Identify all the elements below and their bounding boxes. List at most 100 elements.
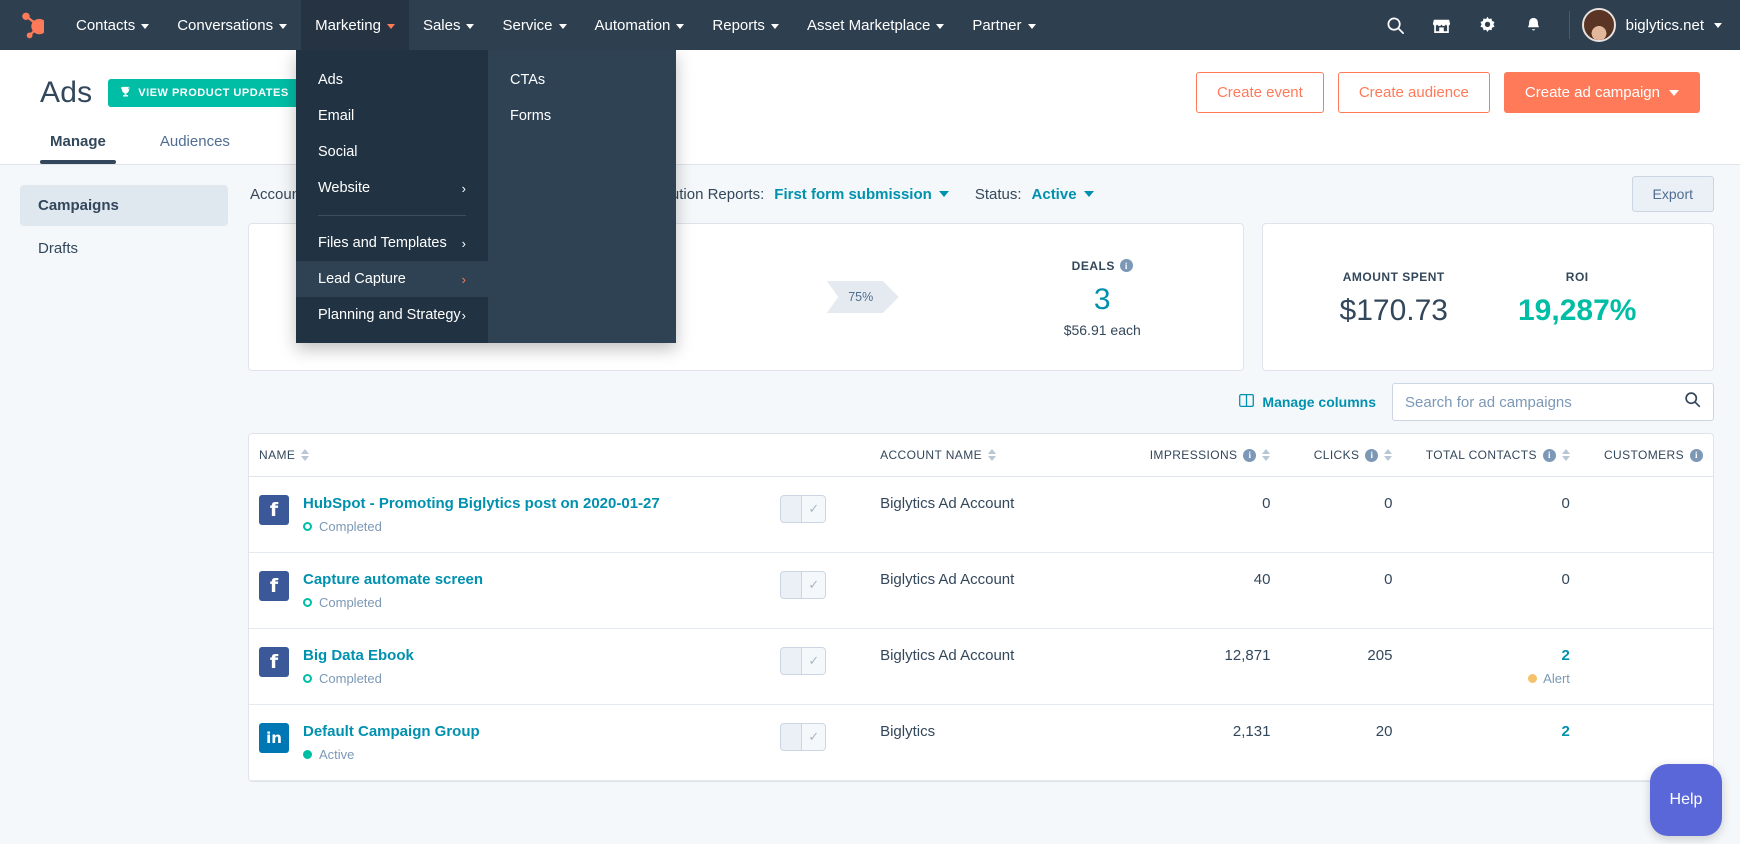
column-header-label: CUSTOMERS bbox=[1603, 448, 1684, 462]
info-icon[interactable]: i bbox=[1119, 259, 1133, 272]
total-contacts-value: 0 bbox=[1561, 571, 1570, 588]
campaign-name-link[interactable]: HubSpot - Promoting Biglytics post on 20… bbox=[303, 495, 660, 512]
sort-arrows-icon[interactable] bbox=[1262, 449, 1271, 461]
menu-item-planning-and-strategy[interactable]: Planning and Strategy › bbox=[296, 297, 488, 333]
manage-columns-button[interactable]: Manage columns bbox=[1239, 393, 1376, 410]
sort-arrows-icon[interactable] bbox=[988, 449, 996, 461]
column-header-toggle bbox=[770, 434, 871, 477]
menu-divider bbox=[318, 215, 466, 216]
cell-clicks: 0 bbox=[1280, 476, 1403, 553]
chevron-down-icon bbox=[938, 191, 949, 197]
search-icon[interactable] bbox=[1373, 0, 1419, 50]
chevron-down-icon bbox=[141, 23, 150, 29]
status-dot-icon bbox=[303, 522, 312, 531]
menu-item-label: Ads bbox=[318, 72, 343, 88]
bell-icon[interactable] bbox=[1511, 0, 1557, 50]
tab-manage[interactable]: Manage bbox=[40, 127, 116, 164]
column-header-clicks[interactable]: CLICKS i bbox=[1280, 434, 1403, 477]
menu-item-lead-capture[interactable]: Lead Capture › bbox=[296, 261, 488, 297]
hubspot-sprocket-logo[interactable] bbox=[0, 0, 62, 50]
create-ad-campaign-button[interactable]: Create ad campaign bbox=[1503, 72, 1700, 113]
nav-item-conversations[interactable]: Conversations bbox=[163, 0, 301, 50]
search-box[interactable] bbox=[1392, 383, 1714, 421]
campaign-enabled-toggle[interactable]: ✓ bbox=[780, 571, 827, 599]
campaign-name-link[interactable]: Default Campaign Group bbox=[303, 723, 480, 740]
export-button[interactable]: Export bbox=[1631, 176, 1714, 212]
sidebar-item-drafts[interactable]: Drafts bbox=[20, 228, 228, 269]
column-header-name[interactable]: NAME bbox=[249, 434, 771, 477]
gear-icon[interactable] bbox=[1465, 0, 1511, 50]
sort-arrows-icon[interactable] bbox=[1384, 449, 1393, 461]
create-event-button[interactable]: Create event bbox=[1195, 72, 1324, 113]
total-contacts-value[interactable]: 2 bbox=[1412, 723, 1570, 740]
page-body: Campaigns Drafts Accounts: Attribution Re… bbox=[0, 165, 1740, 844]
campaign-status: Completed bbox=[303, 671, 414, 686]
submenu-item-forms[interactable]: Forms bbox=[488, 98, 676, 134]
menu-item-social[interactable]: Social bbox=[296, 134, 488, 170]
column-header-total-contacts[interactable]: TOTAL CONTACTS i bbox=[1402, 434, 1580, 477]
search-input[interactable] bbox=[1405, 393, 1684, 411]
metric-label-text: DEALS bbox=[1071, 258, 1115, 273]
info-icon[interactable]: i bbox=[1690, 448, 1703, 462]
total-contacts-value[interactable]: 2 bbox=[1412, 647, 1570, 664]
check-icon: ✓ bbox=[801, 724, 826, 750]
campaign-enabled-toggle[interactable]: ✓ bbox=[780, 723, 827, 751]
sidebar-item-campaigns[interactable]: Campaigns bbox=[20, 185, 228, 226]
help-button[interactable]: Help bbox=[1650, 764, 1722, 836]
campaign-enabled-toggle[interactable]: ✓ bbox=[780, 495, 827, 523]
menu-item-ads[interactable]: Ads bbox=[296, 62, 488, 98]
nav-divider bbox=[1568, 11, 1570, 39]
campaign-name-link[interactable]: Big Data Ebook bbox=[303, 647, 414, 664]
cell-name: f Big Data Ebook Completed bbox=[249, 628, 771, 705]
marketplace-icon[interactable] bbox=[1419, 0, 1465, 50]
cell-account-name: Biglytics bbox=[870, 704, 1115, 781]
cell-clicks: 20 bbox=[1280, 704, 1403, 781]
facebook-icon: f bbox=[259, 571, 289, 601]
chevron-down-icon bbox=[1669, 89, 1679, 96]
search-icon[interactable] bbox=[1684, 391, 1701, 413]
info-icon[interactable]: i bbox=[1243, 448, 1257, 462]
info-icon[interactable]: i bbox=[1365, 448, 1379, 462]
campaign-status-label: Completed bbox=[319, 595, 382, 610]
check-icon: ✓ bbox=[801, 648, 826, 674]
view-product-updates-label: VIEW PRODUCT UPDATES bbox=[138, 86, 289, 99]
avatar bbox=[1581, 8, 1616, 42]
table-body: f HubSpot - Promoting Biglytics post on 2… bbox=[249, 476, 1713, 781]
menu-item-files-and-templates[interactable]: Files and Templates › bbox=[296, 225, 488, 261]
cell-account-name: Biglytics Ad Account bbox=[870, 476, 1115, 553]
view-product-updates-badge[interactable]: VIEW PRODUCT UPDATES bbox=[108, 78, 301, 107]
attribution-report-select[interactable]: First form submission bbox=[774, 186, 949, 203]
nav-item-service[interactable]: Service bbox=[488, 0, 580, 50]
submenu-item-ctas[interactable]: CTAs bbox=[488, 62, 676, 98]
nav-item-label: Conversations bbox=[177, 16, 274, 34]
nav-item-asset-marketplace[interactable]: Asset Marketplace bbox=[793, 0, 958, 50]
tab-audiences[interactable]: Audiences bbox=[150, 127, 240, 164]
menu-item-email[interactable]: Email bbox=[296, 98, 488, 134]
status-select[interactable]: Active bbox=[1032, 186, 1094, 203]
account-menu[interactable]: biglytics.net bbox=[1581, 8, 1722, 42]
nav-item-automation[interactable]: Automation bbox=[581, 0, 699, 50]
linkedin-icon: in bbox=[259, 723, 289, 753]
column-header-impressions[interactable]: IMPRESSIONS i bbox=[1114, 434, 1281, 477]
metric-label: DEALS i bbox=[1072, 259, 1133, 273]
campaign-enabled-toggle[interactable]: ✓ bbox=[780, 647, 827, 675]
nav-item-sales[interactable]: Sales bbox=[409, 0, 489, 50]
chevron-down-icon bbox=[466, 23, 475, 29]
create-audience-button[interactable]: Create audience bbox=[1337, 72, 1490, 113]
campaign-name-link[interactable]: Capture automate screen bbox=[303, 571, 483, 588]
column-header-account-name[interactable]: ACCOUNT NAME bbox=[870, 434, 1115, 477]
menu-item-website[interactable]: Website › bbox=[296, 170, 488, 206]
nav-item-partner[interactable]: Partner bbox=[958, 0, 1049, 50]
spend-roi-card: AMOUNT SPENT $170.73 ROI 19,287% bbox=[1262, 223, 1714, 371]
nav-item-marketing[interactable]: Marketing bbox=[301, 0, 409, 50]
cell-toggle: ✓ bbox=[770, 704, 871, 781]
sort-arrows-icon[interactable] bbox=[1561, 449, 1570, 461]
network-glyph: in bbox=[266, 729, 282, 747]
info-icon[interactable]: i bbox=[1542, 448, 1556, 462]
nav-item-label: Service bbox=[502, 16, 553, 34]
nav-item-reports[interactable]: Reports bbox=[698, 0, 793, 50]
chevron-down-icon bbox=[1027, 23, 1036, 29]
nav-item-contacts[interactable]: Contacts bbox=[62, 0, 163, 50]
cell-impressions: 12,871 bbox=[1114, 628, 1281, 705]
sort-arrows-icon[interactable] bbox=[301, 449, 310, 461]
